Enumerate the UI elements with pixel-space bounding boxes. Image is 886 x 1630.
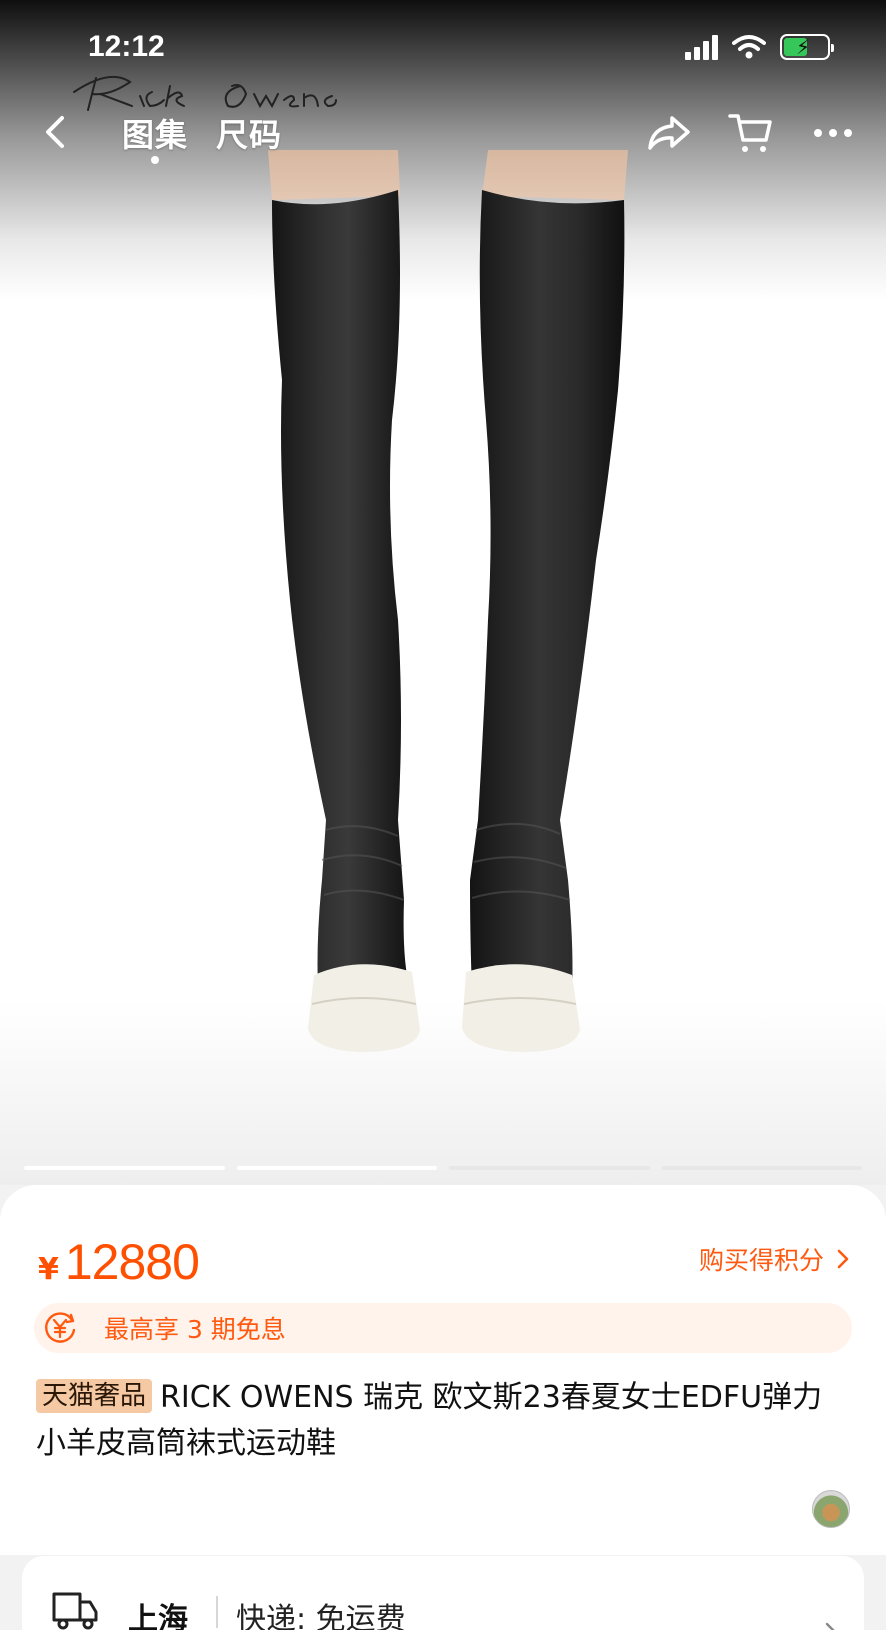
product-info-card: ¥ 12880 购买得积分 最高享 3 期免息 天猫奢品 RICK OWENS 瑞…: [0, 1185, 886, 1555]
status-icons: ⚡: [685, 34, 834, 60]
brand-logo: [73, 75, 337, 111]
shipping-fee-text: 快递: 免运费: [236, 1602, 406, 1630]
gallery-progress-segment: [24, 1166, 225, 1170]
battery-icon: ⚡: [780, 34, 834, 60]
status-time: 12:12: [88, 30, 165, 63]
divider: [216, 1596, 218, 1628]
tmall-luxury-tag: 天猫奢品: [36, 1379, 153, 1413]
price: ¥ 12880: [38, 1233, 200, 1291]
chevron-right-icon: [837, 1249, 849, 1269]
yuan-coin-icon: [45, 1312, 76, 1343]
tab-gallery[interactable]: 图集: [122, 110, 188, 164]
installment-banner[interactable]: 最高享 3 期免息: [34, 1303, 852, 1353]
back-chevron-icon[interactable]: [36, 112, 76, 152]
gallery-progress-segment: [449, 1166, 650, 1170]
gallery-progress-segment: [236, 1166, 437, 1170]
wifi-icon: [732, 35, 766, 59]
cellular-signal-icon: [685, 34, 718, 60]
price-currency: ¥: [38, 1252, 59, 1287]
gallery-progress-indicator: [24, 1166, 862, 1170]
delivery-truck-icon: [52, 1592, 98, 1630]
tab-size[interactable]: 尺码: [216, 110, 282, 156]
product-title: 天猫奢品 RICK OWENS 瑞克 欧文斯23春夏女士EDFU弹力小羊皮高筒袜式…: [36, 1375, 836, 1467]
avatar[interactable]: [812, 1490, 850, 1528]
points-link[interactable]: 购买得积分: [699, 1241, 852, 1277]
more-icon[interactable]: [810, 110, 856, 156]
gallery-tabs: 图集 尺码: [122, 110, 282, 164]
chevron-right-icon: [825, 1622, 835, 1630]
points-link-label: 购买得积分: [698, 1246, 824, 1275]
installment-text: 最高享 3 期免息: [104, 1315, 286, 1344]
shipping-origin-city: 上海: [128, 1602, 188, 1630]
share-icon[interactable]: [646, 110, 692, 156]
nav-actions: [646, 110, 856, 156]
product-image-gallery[interactable]: 12:12 ⚡ 图集 尺码: [0, 0, 886, 1185]
product-photo-boots: [268, 150, 628, 1052]
cart-icon[interactable]: [728, 110, 774, 156]
product-title-text: RICK OWENS 瑞克 欧文斯23春夏女士EDFU弹力小羊皮高筒袜式运动鞋: [36, 1380, 823, 1461]
gallery-progress-segment: [661, 1166, 862, 1170]
shipping-card[interactable]: 上海 快递: 免运费: [22, 1556, 864, 1630]
price-value: 12880: [64, 1234, 200, 1290]
